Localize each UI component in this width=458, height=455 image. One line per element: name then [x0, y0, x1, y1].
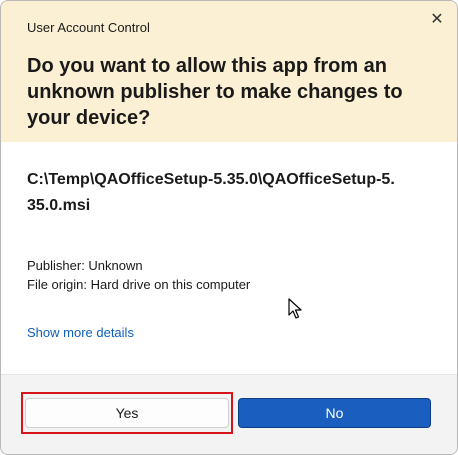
publisher-info: Publisher: Unknown — [27, 258, 143, 273]
dialog-header: User Account Control ✕ Do you want to al… — [1, 1, 457, 142]
app-path: C:\Temp\QAOfficeSetup-5.35.0\QAOfficeSet… — [27, 171, 395, 214]
yes-button[interactable]: Yes — [25, 398, 229, 428]
file-origin-info: File origin: Hard drive on this computer — [27, 277, 251, 292]
close-icon: ✕ — [430, 11, 444, 28]
uac-dialog: User Account Control ✕ Do you want to al… — [0, 0, 458, 455]
close-button[interactable]: ✕ — [425, 7, 449, 31]
show-more-details-link[interactable]: Show more details — [27, 325, 134, 340]
window-title: User Account Control — [27, 20, 150, 35]
mouse-pointer-icon — [288, 298, 302, 319]
no-button[interactable]: No — [238, 398, 431, 428]
uac-question: Do you want to allow this app from an un… — [27, 55, 403, 129]
